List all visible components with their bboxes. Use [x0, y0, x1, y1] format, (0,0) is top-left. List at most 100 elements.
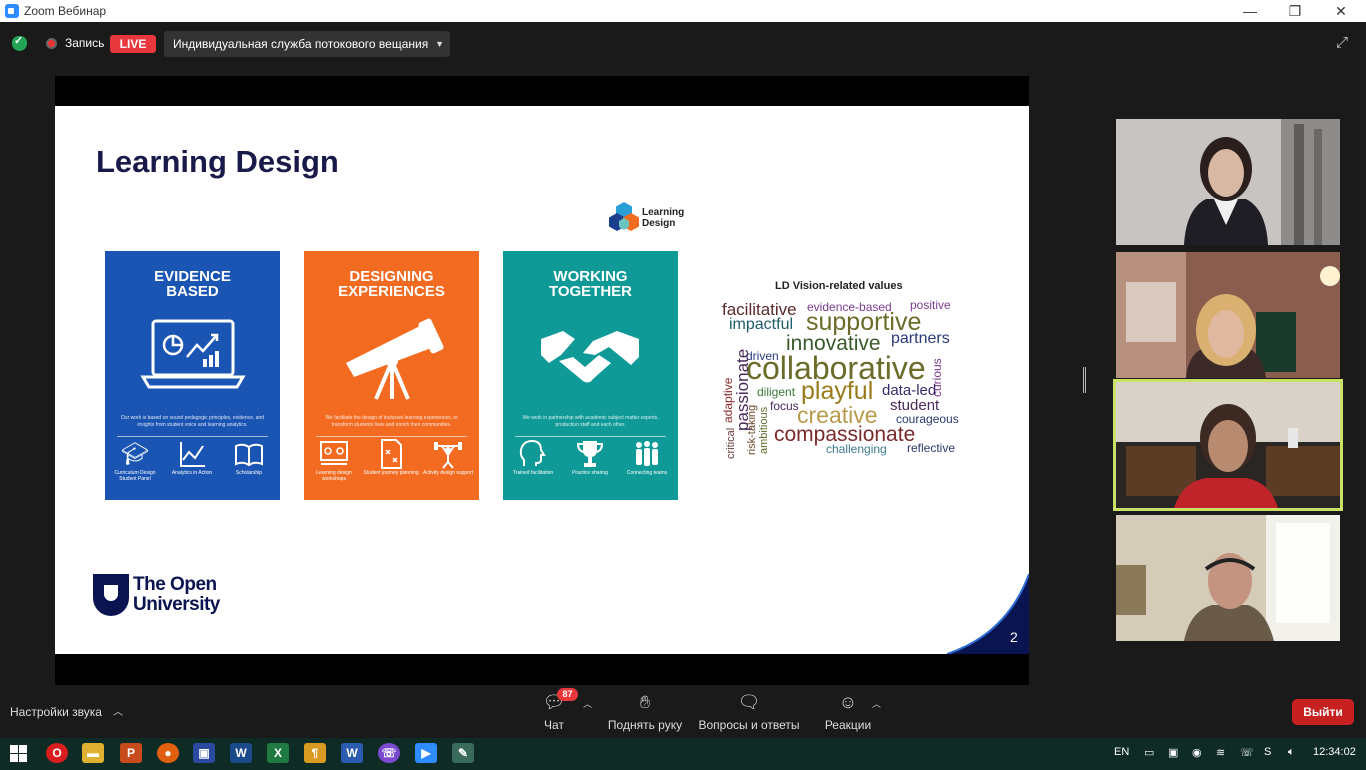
card-item: 🎓︎ Curriculum Design Student Panel	[107, 438, 163, 482]
evidence-based-card: EVIDENCE BASED Our work is based on soun…	[105, 251, 280, 500]
window-titlebar: Zoom Вебинар — ❐ ✕	[0, 0, 1366, 22]
word: data-led	[882, 382, 937, 399]
tray-zoom-icon[interactable]: ◉	[1192, 746, 1202, 759]
file-explorer-icon[interactable]: ▬	[82, 743, 104, 763]
card-item: Learning design workshops	[306, 438, 362, 482]
teams-app-icon[interactable]: W	[230, 743, 252, 763]
word: student	[890, 397, 940, 414]
card-item: Activity design support	[420, 438, 476, 476]
card-description: Our work is based on sound pedagogic pri…	[120, 415, 265, 428]
qa-button[interactable]: 🗨︎ Вопросы и ответы	[696, 688, 802, 736]
open-book-icon	[235, 443, 263, 467]
tray-skype-icon[interactable]: S	[1264, 746, 1271, 758]
participant-video-feed	[1116, 515, 1340, 641]
wifi-icon[interactable]: ≋	[1216, 746, 1225, 759]
stream-service-dropdown[interactable]: Индивидуальная служба потокового вещания…	[164, 31, 450, 57]
fullscreen-icon[interactable]: ⤢	[1336, 35, 1352, 51]
save-disk-icon[interactable]: ▣	[193, 743, 215, 763]
opera-browser-icon[interactable]: O	[46, 743, 68, 763]
word: diligent	[757, 385, 796, 399]
card-title-line2: BASED	[166, 283, 219, 300]
audio-settings-button[interactable]: Настройки звука	[10, 705, 102, 719]
window-title: Zoom Вебинар	[24, 4, 107, 18]
viber-icon[interactable]: ☏	[378, 743, 400, 763]
raise-hand-button[interactable]: ✋︎ Поднять руку	[605, 688, 685, 736]
system-clock[interactable]: 12:34:02	[1313, 746, 1356, 758]
security-shield-icon[interactable]	[12, 34, 27, 51]
chat-unread-badge: 87	[557, 688, 578, 701]
card-title-line1: DESIGNING	[349, 268, 434, 285]
panel-resize-handle[interactable]	[1083, 367, 1086, 393]
notes-app-icon[interactable]: ¶	[304, 743, 326, 763]
card-description: We work in partnership with academic sub…	[522, 415, 659, 428]
open-university-logo: The Open University	[93, 573, 233, 619]
recording-icon	[46, 38, 57, 49]
firefox-icon[interactable]: ●	[157, 743, 179, 763]
excel-icon[interactable]: X	[267, 743, 289, 763]
word: impactful	[729, 316, 794, 333]
battery-icon[interactable]: ▭	[1144, 746, 1154, 759]
live-badge: LIVE	[110, 35, 156, 53]
learning-design-hex-icon	[609, 202, 639, 231]
slide-page-number: 2	[1010, 629, 1018, 645]
word: critical	[725, 427, 737, 459]
values-word-cloud: LD Vision-related values facilitative ev…	[713, 271, 975, 461]
chevron-down-icon: ▼	[435, 39, 444, 49]
minimize-button[interactable]: —	[1227, 1, 1273, 21]
card-title-line2: EXPERIENCES	[338, 283, 445, 300]
word: focus	[770, 399, 799, 413]
card-item: Analytics in Action	[164, 438, 220, 476]
word-cloud-title: LD Vision-related values	[775, 280, 903, 292]
leave-button[interactable]: Выйти	[1292, 699, 1354, 725]
trophy-icon	[576, 441, 604, 467]
paint-app-icon[interactable]: ✎	[452, 743, 474, 763]
card-item: Scholarship	[221, 438, 277, 476]
university-line2: University	[133, 594, 220, 615]
zoom-taskbar-icon[interactable]: ▶	[415, 743, 437, 763]
participant-video[interactable]	[1116, 119, 1340, 245]
close-button[interactable]: ✕	[1318, 1, 1364, 21]
word: partners	[891, 330, 950, 347]
graduation-cap-icon: 🎓︎	[121, 441, 149, 466]
participant-video[interactable]	[1116, 252, 1340, 378]
tray-viber-icon[interactable]: ☏	[1240, 746, 1254, 759]
card-item: Connecting teams	[619, 438, 675, 476]
tray-app-icon[interactable]: ▣	[1168, 746, 1178, 759]
word-icon[interactable]: W	[341, 743, 363, 763]
participant-video-feed	[1116, 252, 1340, 378]
windows-start-icon[interactable]	[10, 745, 27, 762]
powerpoint-icon[interactable]: P	[120, 743, 142, 763]
card-item-label: Analytics in Action	[171, 470, 213, 476]
card-item: Student journey planning	[363, 438, 419, 476]
card-item-label: Learning design workshops	[316, 470, 352, 482]
open-university-shield-icon	[93, 574, 129, 616]
stream-service-label: Индивидуальная служба потокового вещания	[173, 37, 429, 51]
card-item-label: Practice sharing	[572, 470, 608, 476]
restore-button[interactable]: ❐	[1272, 1, 1318, 21]
input-language[interactable]: EN	[1114, 746, 1129, 758]
chevron-up-icon[interactable]: ︿	[113, 703, 123, 718]
zoom-app-icon	[5, 4, 19, 18]
laptop-analytics-icon	[140, 319, 246, 389]
chevron-up-icon[interactable]: ︿	[872, 697, 881, 710]
card-item-label: Scholarship	[235, 470, 263, 476]
chevron-up-icon[interactable]: ︿	[583, 697, 592, 710]
telescope-icon	[346, 318, 444, 400]
smiley-icon: ☺︎	[838, 692, 858, 712]
card-title-line2: TOGETHER	[548, 283, 633, 300]
participant-video[interactable]	[1116, 515, 1340, 641]
word: challenging	[826, 442, 887, 456]
team-people-icon	[636, 441, 658, 466]
presentation-slide: Learning Design Learning Design EVIDENCE…	[55, 106, 1029, 654]
reactions-button[interactable]: ☺︎ Реакции	[822, 688, 874, 736]
participant-video-feed	[1116, 382, 1340, 508]
card-item-label: Connecting teams	[626, 470, 668, 476]
participant-video-active-speaker[interactable]	[1113, 379, 1343, 511]
qa-bubbles-icon: 🗨︎	[737, 692, 761, 712]
learning-design-logo: Learning Design	[608, 201, 698, 235]
volume-icon[interactable]: 🔈︎	[1288, 746, 1295, 759]
speaking-head-icon	[519, 439, 546, 466]
qa-label: Вопросы и ответы	[698, 718, 800, 732]
word: playful	[801, 377, 874, 405]
handshake-icon	[541, 331, 639, 383]
